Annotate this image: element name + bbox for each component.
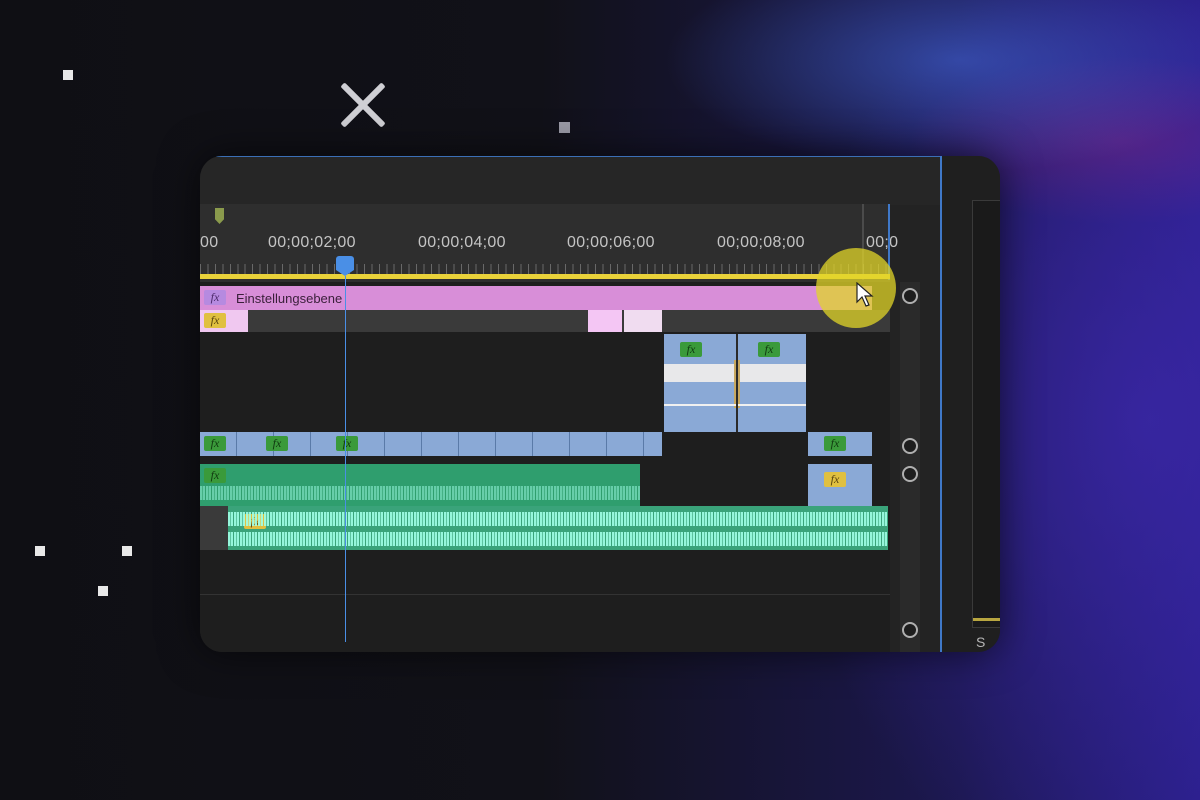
timeline-window: 00 00;00;02;00 00;00;04;00 00;00;06;00 0…	[200, 156, 1000, 652]
audio-meter	[972, 200, 1000, 628]
audio-clip[interactable]: fx	[228, 506, 888, 550]
fx-badge[interactable]: fx	[266, 436, 288, 451]
timeline-header	[200, 156, 940, 205]
fx-badge[interactable]: fx	[336, 436, 358, 451]
clip-cut	[736, 334, 738, 432]
audio-waveform	[228, 512, 888, 526]
timecode-label: 00	[200, 234, 219, 251]
scroll-knob[interactable]	[902, 622, 918, 638]
work-area-bar[interactable]	[200, 274, 890, 279]
timecode-label: 00;00;08;00	[717, 234, 805, 251]
fx-badge[interactable]: fx	[204, 313, 226, 328]
video-clip-sequence[interactable]: fx fx fx	[200, 432, 662, 456]
video-clip[interactable]	[624, 310, 662, 332]
scroll-knob[interactable]	[902, 466, 918, 482]
track-v1-expanded: fx fx	[200, 334, 890, 432]
audio-waveform	[200, 486, 640, 500]
video-clip[interactable]	[588, 310, 622, 332]
track-v3: fx Einstellungsebene	[200, 286, 890, 310]
timecode-label: 00;00;02;00	[268, 234, 356, 251]
time-ruler[interactable]: 00 00;00;02;00 00;00;04;00 00;00;06;00 0…	[200, 204, 898, 282]
fx-badge[interactable]: fx	[824, 436, 846, 451]
keyframe-line[interactable]	[664, 404, 806, 406]
panel-label: S	[976, 634, 986, 650]
decorative-pixel	[63, 70, 73, 80]
in-point-marker[interactable]	[215, 208, 224, 224]
track-v1: fx fx fx fx	[200, 432, 890, 456]
track-a1: fx fx	[200, 464, 890, 506]
fx-badge[interactable]: fx	[204, 436, 226, 451]
adjustment-layer-clip[interactable]: fx Einstellungsebene	[200, 286, 872, 310]
track-scrollbar[interactable]	[900, 282, 920, 652]
track-v2: fx	[200, 310, 890, 332]
scroll-knob[interactable]	[902, 288, 918, 304]
fx-badge[interactable]: fx	[824, 472, 846, 487]
scroll-knob[interactable]	[902, 438, 918, 454]
decorative-pixel	[98, 586, 108, 596]
ruler-ticks	[200, 264, 890, 274]
clip-label: Einstellungsebene	[236, 291, 343, 306]
track-gap	[200, 506, 228, 550]
close-icon[interactable]	[338, 80, 388, 130]
fx-badge[interactable]: fx	[204, 468, 226, 483]
fx-badge[interactable]: fx	[758, 342, 780, 357]
video-clip[interactable]: fx	[808, 464, 872, 506]
timecode-label: 00;00;04;00	[418, 234, 506, 251]
audio-waveform	[228, 532, 888, 546]
fx-badge[interactable]: fx	[680, 342, 702, 357]
video-clip-keyframed[interactable]: fx fx	[664, 334, 806, 432]
decorative-pixel	[559, 122, 570, 133]
track-a2: fx	[200, 506, 890, 550]
decorative-pixel	[35, 546, 45, 556]
video-clip[interactable]: fx	[200, 310, 248, 332]
fx-badge[interactable]: fx	[204, 290, 226, 305]
track-divider	[200, 594, 890, 595]
playhead-line	[345, 276, 346, 642]
audio-clip[interactable]: fx	[200, 464, 640, 506]
adjacent-panel: S	[940, 156, 1000, 652]
mouse-cursor-icon	[856, 282, 874, 307]
timecode-label: 00;0	[866, 234, 899, 251]
video-clip[interactable]: fx	[808, 432, 872, 456]
decorative-pixel	[122, 546, 132, 556]
timecode-label: 00;00;06;00	[567, 234, 655, 251]
timeline-tracks: fx Einstellungsebene fx fx fx fx fx fx f…	[200, 282, 890, 652]
